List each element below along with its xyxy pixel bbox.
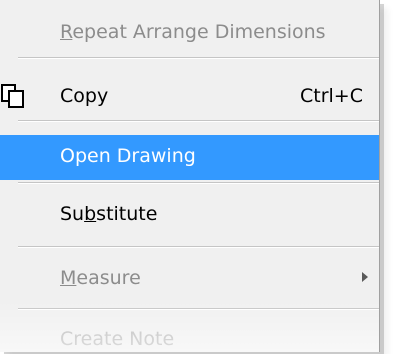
menu-item-measure[interactable]: Measure: [0, 257, 379, 302]
menu-item-repeat-arrange-dimensions[interactable]: Repeat Arrange Dimensions: [0, 11, 379, 56]
menu-item-copy[interactable]: Copy Ctrl+C: [0, 75, 379, 120]
menu-separator: [18, 308, 379, 310]
context-menu: Repeat Arrange Dimensions Copy Ctrl+C Op…: [0, 0, 380, 352]
menu-separator: [18, 246, 379, 248]
menu-item-label-rest: epeat Arrange Dimensions: [72, 21, 326, 43]
menu-item-label: Create Note: [60, 328, 175, 350]
menu-item-substitute[interactable]: Substitute: [0, 193, 379, 238]
menu-item-label-post: stitute: [96, 203, 158, 225]
menu-item-label: Copy: [60, 85, 109, 107]
menu-item-label: Measure: [60, 267, 141, 289]
menu-separator: [18, 57, 379, 59]
menu-item-open-drawing[interactable]: Open Drawing: [0, 135, 379, 180]
menu-separator: [18, 182, 379, 184]
accelerator-char: b: [84, 203, 97, 225]
menu-item-create-note[interactable]: Create Note: [0, 318, 379, 352]
accelerator-char: M: [60, 267, 77, 289]
menu-item-shortcut: Ctrl+C: [300, 85, 363, 107]
copy-icon: [1, 84, 24, 108]
menu-item-label-pre: Su: [60, 203, 85, 225]
menu-item-label: Substitute: [60, 203, 157, 225]
menu-item-label: Repeat Arrange Dimensions: [60, 21, 326, 43]
accelerator-char: R: [60, 21, 73, 43]
menu-item-label: Open Drawing: [60, 145, 196, 167]
menu-separator: [18, 120, 379, 122]
menu-item-label-rest: easure: [76, 267, 141, 289]
submenu-arrow-icon: [362, 272, 368, 282]
